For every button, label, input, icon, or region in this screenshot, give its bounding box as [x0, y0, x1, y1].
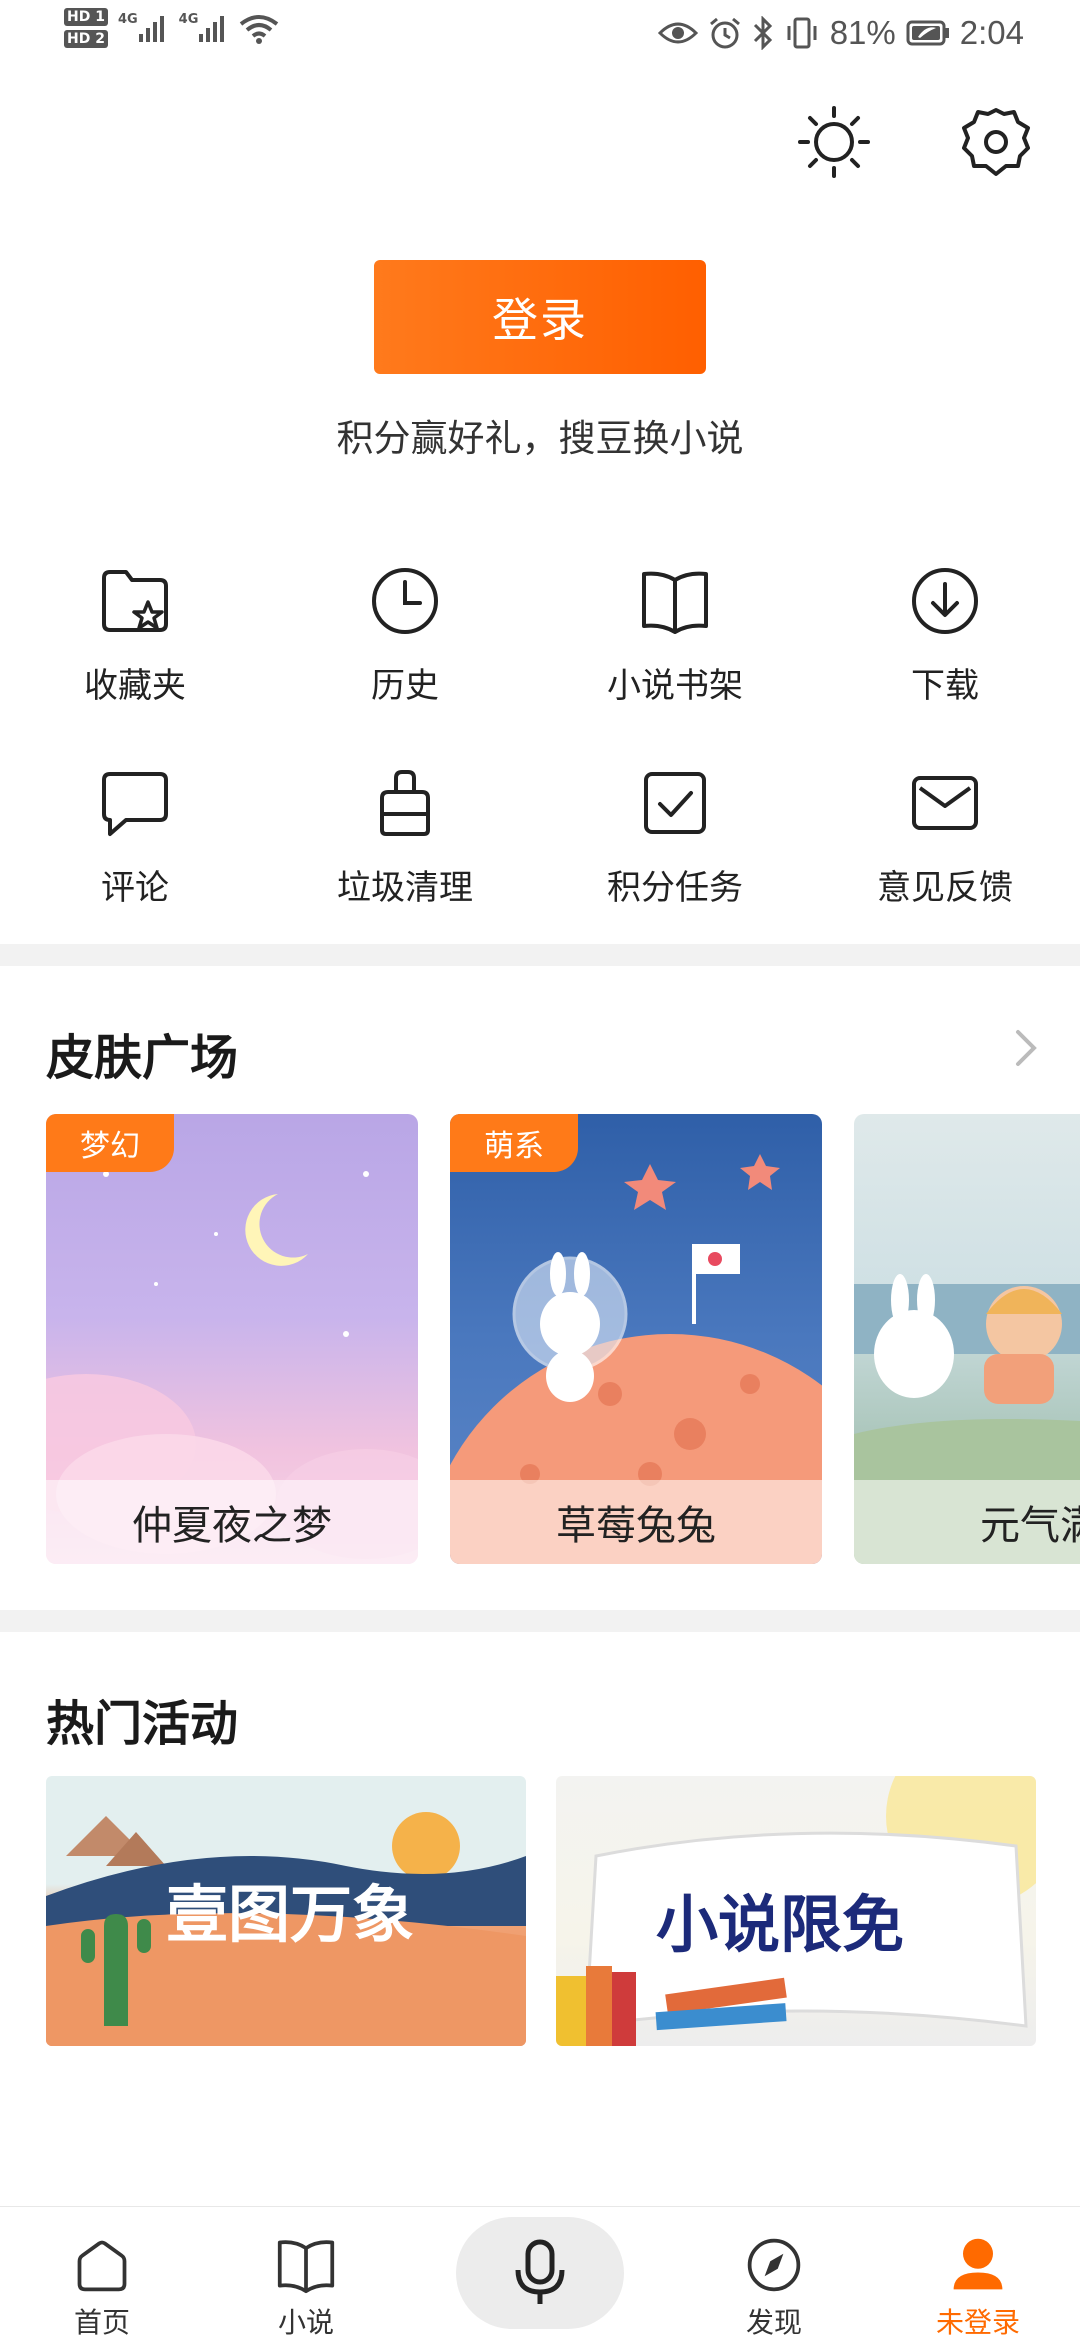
- skin-card-vitality[interactable]: 元气满: [854, 1114, 1080, 1564]
- nav-novel[interactable]: 小说: [236, 2207, 376, 2340]
- feedback-mail-icon: [912, 776, 978, 830]
- voice-search-button[interactable]: [456, 2217, 624, 2329]
- grid-label: 小说书架: [607, 666, 743, 706]
- activities-list: 壹图万象 小说限免: [46, 1776, 1036, 2046]
- battery-icon: [906, 20, 949, 46]
- status-bar: HD 1 HD 2 4G 4G 81% 2:04: [0, 0, 1080, 70]
- login-button[interactable]: 登录: [374, 260, 706, 374]
- grid-label: 意见反馈: [877, 868, 1013, 908]
- grid-item-download[interactable]: 下载: [810, 558, 1080, 760]
- points-task-icon: [644, 772, 706, 834]
- nav-label: 小说: [277, 2306, 334, 2339]
- skin-tag: 梦幻: [46, 1114, 174, 1172]
- grid-item-cleanup[interactable]: 垃圾清理: [270, 760, 540, 962]
- grid-label: 积分任务: [607, 868, 743, 908]
- grid-item-favorites[interactable]: 收藏夹: [0, 558, 270, 760]
- alarm-icon: [709, 17, 740, 49]
- grid-item-bookshelf[interactable]: 小说书架: [540, 558, 810, 760]
- microphone-icon: [515, 2239, 565, 2304]
- chevron-right-icon[interactable]: [1008, 1024, 1044, 1072]
- skin-name: 元气满: [854, 1480, 1080, 1564]
- grid-item-comment[interactable]: 评论: [0, 760, 270, 962]
- skin-card-dream[interactable]: 梦幻 仲夏夜之梦: [46, 1114, 418, 1564]
- settings-icon[interactable]: [958, 104, 1034, 180]
- vibrate-icon: [787, 17, 817, 49]
- skin-name: 草莓兔兔: [450, 1480, 822, 1564]
- user-icon: [953, 2238, 1003, 2290]
- activities-section-title: 热门活动: [46, 1696, 239, 1752]
- bluetooth-icon: [753, 16, 772, 50]
- grid-label: 下载: [911, 666, 979, 706]
- skins-carousel[interactable]: 梦幻 仲夏夜之梦 萌系 草莓兔兔 元气满: [46, 1114, 1080, 1564]
- battery-percent: 81%: [829, 14, 896, 51]
- cleanup-icon: [380, 770, 430, 836]
- bookshelf-icon: [642, 571, 708, 634]
- history-clock-icon: [372, 568, 438, 634]
- section-divider: [0, 944, 1080, 966]
- signal-icon: 4G: [118, 12, 169, 44]
- skin-tag: 萌系: [450, 1114, 578, 1172]
- nav-home[interactable]: 首页: [32, 2207, 172, 2340]
- comment-icon: [102, 772, 168, 836]
- nav-label: 首页: [73, 2306, 130, 2339]
- grid-item-history[interactable]: 历史: [270, 558, 540, 760]
- sim2-badge: HD 2: [64, 30, 108, 48]
- grid-label: 收藏夹: [84, 666, 186, 706]
- signal-icon-2: 4G: [179, 12, 230, 44]
- nav-label: 发现: [745, 2306, 802, 2339]
- sim1-badge: HD 1: [64, 8, 108, 26]
- skin-name: 仲夏夜之梦: [46, 1480, 418, 1564]
- grid-label: 垃圾清理: [337, 868, 473, 908]
- favorites-folder-icon: [102, 570, 168, 632]
- brightness-icon[interactable]: [796, 104, 872, 180]
- bottom-nav: 首页 小说 发现 未登录: [0, 2206, 1080, 2340]
- download-icon: [912, 568, 978, 634]
- grid-label: 历史: [371, 666, 439, 706]
- book-icon: [277, 2240, 335, 2294]
- feature-grid: 收藏夹 历史 小说书架 下载 评论 垃圾清理 积分任务 意见反馈: [0, 558, 1080, 962]
- clock: 2:04: [959, 14, 1024, 51]
- activity-card-text: 壹图万象: [166, 1878, 415, 1951]
- grid-item-points-task[interactable]: 积分任务: [540, 760, 810, 962]
- grid-label: 评论: [101, 868, 169, 908]
- home-icon: [77, 2240, 127, 2292]
- section-divider: [0, 1610, 1080, 1632]
- skins-section-title: 皮肤广场: [46, 1030, 239, 1086]
- activity-card-text: 小说限免: [656, 1888, 905, 1961]
- nav-label: 未登录: [935, 2306, 1020, 2339]
- nav-discover[interactable]: 发现: [704, 2207, 844, 2340]
- activity-card-novel-free[interactable]: 小说限免: [556, 1776, 1036, 2046]
- wifi-icon: [240, 15, 279, 44]
- nav-account[interactable]: 未登录: [908, 2207, 1048, 2340]
- skin-card-strawberry-rabbit[interactable]: 萌系 草莓兔兔: [450, 1114, 822, 1564]
- eye-icon: [657, 22, 698, 44]
- compass-icon: [747, 2238, 801, 2292]
- grid-item-feedback[interactable]: 意见反馈: [810, 760, 1080, 962]
- activity-card-image[interactable]: 壹图万象: [46, 1776, 526, 2046]
- login-tip: 积分赢好礼，搜豆换小说: [336, 417, 744, 460]
